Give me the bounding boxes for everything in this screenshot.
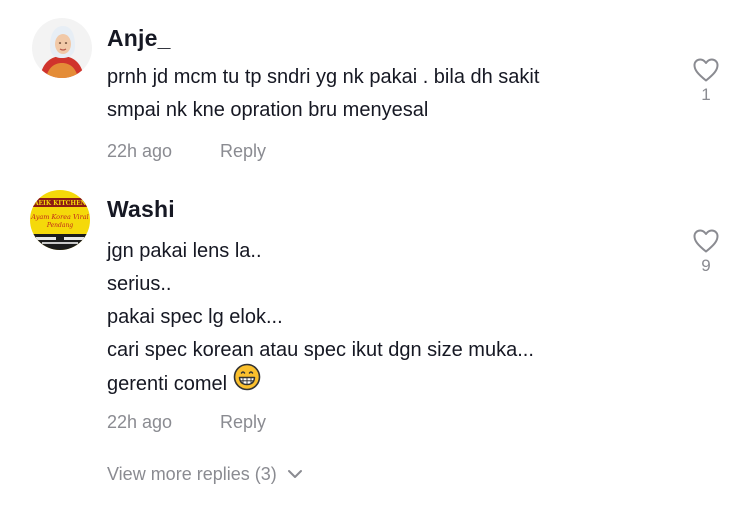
like-button[interactable]: 9 — [690, 228, 722, 276]
comment-line-text: gerenti comel — [107, 372, 228, 395]
timestamp: 22h ago — [107, 412, 173, 432]
timestamp: 22h ago — [107, 141, 173, 161]
like-count: 1 — [701, 85, 711, 104]
chevron-down-icon — [287, 463, 303, 484]
comment-text: prnh jd mcm tu tp sndri yg nk pakai . bi… — [107, 61, 539, 127]
comment-line: prnh jd mcm tu tp sndri yg nk pakai . bi… — [107, 66, 540, 88]
username[interactable]: Washi — [107, 196, 175, 223]
reply-button[interactable]: Reply — [220, 412, 266, 433]
comment-text: jgn pakai lens la.. serius.. pakai spec … — [107, 235, 534, 400]
view-more-replies-button[interactable]: View more replies (3) — [107, 464, 303, 485]
comment-meta: 22h ago Reply — [107, 141, 266, 162]
like-count: 9 — [701, 256, 711, 275]
heart-icon — [693, 229, 719, 253]
avatar[interactable]: AEIK KITCHEN Ayam Korea Viral Pendang — [30, 190, 90, 250]
heart-icon — [693, 58, 719, 82]
logo-text: Pendang — [46, 222, 73, 229]
profile-photo-icon — [32, 18, 92, 78]
comment-line: gerenti comel — [107, 363, 534, 400]
aeik-kitchen-logo-icon: AEIK KITCHEN Ayam Korea Viral Pendang — [30, 190, 90, 250]
comment-line: jgn pakai lens la.. — [107, 240, 262, 262]
logo-text: AEIK KITCHEN — [33, 200, 87, 207]
like-button[interactable]: 1 — [690, 57, 722, 105]
comment-meta: 22h ago Reply — [107, 412, 266, 433]
comment-line: pakai spec lg elok... — [107, 306, 283, 328]
logo-text: Ayam Korea Viral — [30, 213, 88, 221]
avatar[interactable] — [32, 18, 92, 78]
comment-line: serius.. — [107, 273, 172, 295]
comment-line: smpai nk kne opration bru menyesal — [107, 99, 429, 121]
comment-line: cari spec korean atau spec ikut dgn size… — [107, 339, 534, 361]
grinning-face-emoji-icon — [233, 363, 261, 402]
username[interactable]: Anje_ — [107, 25, 171, 52]
view-more-label: View more replies (3) — [107, 464, 277, 484]
reply-button[interactable]: Reply — [220, 141, 266, 162]
